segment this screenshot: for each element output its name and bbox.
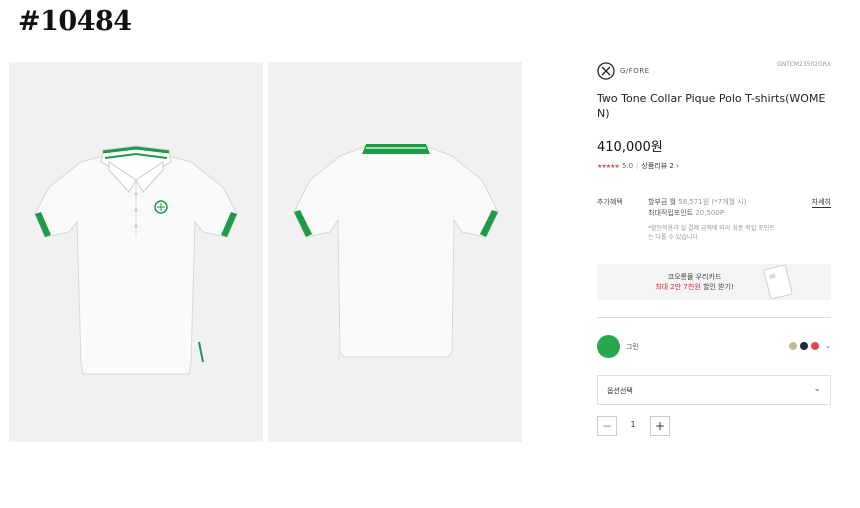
product-image-front[interactable]: [9, 62, 263, 442]
polo-back-illustration: [293, 144, 499, 361]
benefit-label: 추가혜택: [597, 198, 623, 206]
product-sku: GNTCM23502GRX: [777, 61, 831, 68]
credit-card-icon: [763, 265, 793, 299]
selected-color-name: 그린: [626, 343, 639, 351]
card-promo-highlight: 최대 2만 7천원: [655, 283, 701, 291]
polo-front-illustration: [34, 145, 238, 375]
option-select-label: 옵션선택: [607, 387, 633, 395]
section-divider: [597, 317, 831, 318]
brand-logo-icon[interactable]: [597, 62, 615, 80]
points-info: 최대적립포인트 20,500P: [648, 208, 724, 218]
listing-number: #10484: [18, 6, 132, 37]
brand-name[interactable]: G/FORE: [620, 67, 650, 75]
option-select[interactable]: 옵션선택 ⌄: [597, 375, 831, 405]
benefit-detail-link[interactable]: 자세히: [811, 197, 831, 208]
color-swatch-red[interactable]: [811, 342, 820, 350]
color-swatch-beige[interactable]: [789, 342, 798, 350]
points-note: *할인적용과 실 결제 금액에 따라 최종 적립 포인트는 다를 수 있습니다.: [648, 225, 775, 241]
installment-info: 할부금 월 58,571원 (*7개월 시): [648, 197, 746, 207]
product-price: 410,000원: [597, 140, 663, 155]
points-label: 최대적립포인트: [648, 209, 694, 217]
additional-benefits: 추가혜택 할부금 월 58,571원 (*7개월 시) 최대적립포인트 20,5…: [597, 197, 831, 247]
chevron-down-icon[interactable]: ⌄: [825, 342, 831, 350]
color-swatches: ⌄: [789, 342, 831, 350]
brand-row: G/FORE GNTCM23502GRX: [597, 58, 831, 84]
rating-separator: |: [636, 162, 639, 170]
product-image-back[interactable]: [268, 62, 522, 442]
rating-value: 5.0: [621, 162, 634, 170]
color-chip-selected[interactable]: [597, 335, 620, 358]
color-swatch-navy[interactable]: [800, 342, 809, 350]
color-selector: 그린 ⌄: [597, 335, 831, 359]
installment-value: 58,571원 (*7개월 시): [678, 198, 747, 206]
review-link[interactable]: 상품리뷰 2 ›: [641, 161, 678, 171]
product-title: Two Tone Collar Pique Polo T-shirts(WOME…: [597, 92, 826, 120]
rating-row: ★★★★★ 5.0 | 상품리뷰 2 ›: [597, 161, 831, 171]
points-value: 20,500P: [695, 209, 725, 217]
product-info-panel: G/FORE GNTCM23502GRX Two Tone Collar Piq…: [597, 58, 831, 247]
card-promo-rest: 할인 받기!: [700, 283, 734, 291]
installment-label: 할부금 월: [648, 198, 676, 206]
quantity-decrease-button[interactable]: −: [597, 416, 617, 436]
chevron-down-icon: ⌄: [813, 384, 821, 394]
star-rating-icon: ★★★★★: [597, 162, 620, 170]
quantity-increase-button[interactable]: +: [650, 416, 670, 436]
quantity-value[interactable]: 1: [628, 420, 638, 429]
